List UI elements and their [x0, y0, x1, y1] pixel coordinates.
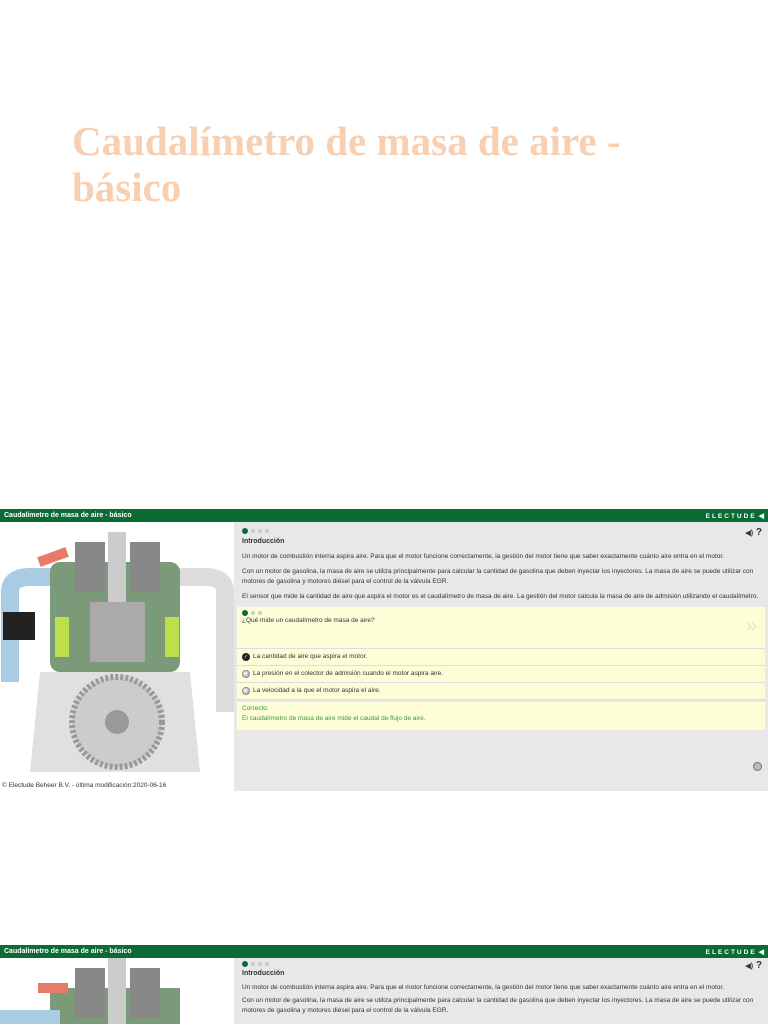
radio-icon[interactable] [242, 670, 250, 678]
feedback-title: Correcto. [242, 705, 269, 712]
feedback-text: El caudalímetro de masa de aire mide el … [242, 715, 426, 722]
module-title: Caudalímetro de masa de aire - básico [4, 948, 132, 955]
sound-icon[interactable]: ◀) [745, 963, 753, 970]
question-text: ¿Qué mide un caudalímetro de masa de air… [242, 617, 375, 624]
paragraph: Un motor de combustión interna aspira ai… [242, 553, 724, 560]
help-icon[interactable]: ? [756, 960, 762, 971]
engine-illustration [0, 958, 234, 1024]
navigation-icon[interactable] [753, 762, 762, 771]
step-indicator [242, 961, 760, 967]
answer-option[interactable]: La presión en el colector de admisión cu… [237, 666, 765, 683]
collapse-icon[interactable]: ◀ [759, 949, 764, 956]
paragraph: El sensor que mide la cantidad de aire q… [242, 593, 759, 600]
copyright: © Electude Beheer B.V. - última modifica… [2, 782, 167, 789]
radio-icon[interactable] [242, 687, 250, 695]
collapse-icon[interactable]: ◀ [759, 513, 764, 520]
section-title: Introducción [242, 538, 285, 545]
option-label: La cantidad de aire que aspira el motor. [253, 653, 368, 660]
brand-logo: ELECTUDE [705, 512, 757, 520]
question-box: ¿Qué mide un caudalímetro de masa de air… [237, 607, 765, 649]
module-frame-2: Caudalímetro de masa de aire - básico EL… [0, 945, 768, 1024]
sound-icon[interactable]: ◀) [745, 530, 753, 537]
module-header: Caudalímetro de masa de aire - básico EL… [0, 945, 768, 958]
module-header: Caudalímetro de masa de aire - básico EL… [0, 509, 768, 522]
option-label: La presión en el colector de admisión cu… [253, 670, 444, 677]
engine-icon [0, 958, 180, 1024]
brand-logo: ELECTUDE [705, 948, 757, 956]
answer-option[interactable]: La velocidad a la que el motor aspira el… [237, 683, 765, 700]
content-panel: ◀) ? Introducción Un motor de combustión… [234, 958, 768, 1019]
next-chevron-icon[interactable]: » [746, 616, 757, 636]
paragraph: Con un motor de gasolina, la masa de air… [242, 997, 754, 1014]
content-panel: ◀) ? Introducción Un motor de combustión… [234, 522, 768, 736]
step-indicator [242, 528, 760, 534]
radio-selected-icon[interactable]: ✓ [242, 653, 250, 661]
slide-title: Caudalímetro de masa de aire - básico [72, 118, 621, 210]
section-title: Introducción [242, 970, 285, 977]
help-icon[interactable]: ? [756, 527, 762, 538]
feedback-box: Correcto. El caudalímetro de masa de air… [237, 702, 765, 730]
module-title: Caudalímetro de masa de aire - básico [4, 512, 132, 519]
engine-illustration: © Electude Beheer B.V. - última modifica… [0, 522, 234, 791]
paragraph: Con un motor de gasolina, la masa de air… [242, 568, 754, 585]
answer-option[interactable]: ✓ La cantidad de aire que aspira el motor… [237, 649, 765, 666]
engine-icon [1, 532, 234, 772]
option-label: La velocidad a la que el motor aspira el… [253, 687, 381, 694]
paragraph: Un motor de combustión interna aspira ai… [242, 983, 724, 991]
module-frame: Caudalímetro de masa de aire - básico EL… [0, 509, 768, 791]
